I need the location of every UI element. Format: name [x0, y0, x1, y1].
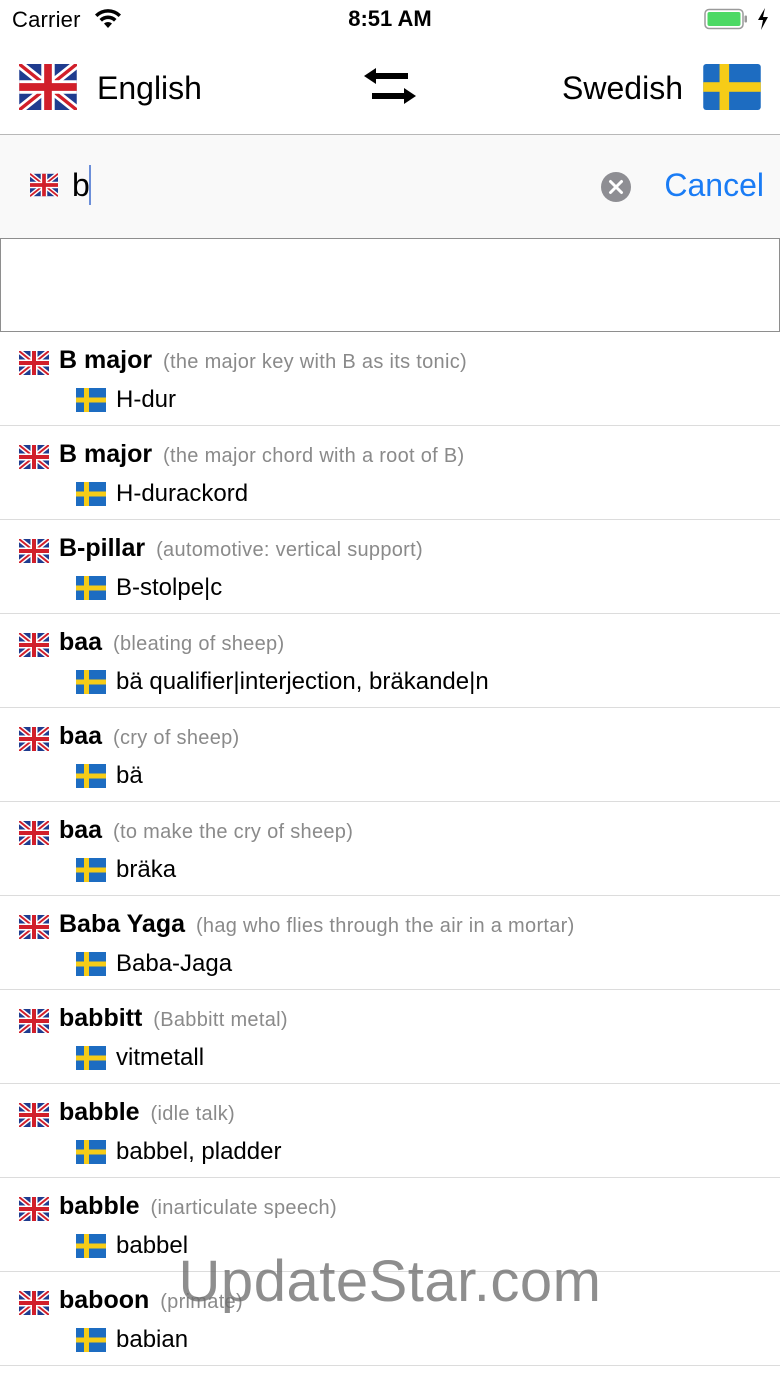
result-term-text: babble	[59, 1192, 140, 1220]
result-term-text: baboon	[59, 1286, 150, 1314]
empty-panel	[0, 238, 780, 332]
uk-flag-icon	[17, 537, 51, 565]
result-row[interactable]: baboon (primate) babian	[0, 1272, 780, 1366]
uk-flag-icon	[17, 819, 51, 847]
cancel-button[interactable]: Cancel	[664, 165, 764, 205]
swap-arrows-icon[interactable]	[360, 66, 420, 108]
uk-flag-icon	[17, 1289, 51, 1317]
result-term: Baba Yaga (hag who flies through the air…	[59, 910, 575, 939]
result-term-text: baa	[59, 628, 103, 656]
result-row[interactable]: B major (the major chord with a root of …	[0, 426, 780, 520]
uk-flag-icon	[30, 173, 58, 197]
result-translation: bräka	[116, 856, 177, 883]
result-row[interactable]: baa (cry of sheep) bä	[0, 708, 780, 802]
result-term-text: B major	[59, 346, 153, 374]
result-translation: babbel, pladder	[116, 1138, 282, 1165]
result-term-text: babbitt	[59, 1004, 143, 1032]
result-gloss: (hag who flies through the air in a mort…	[195, 915, 575, 937]
result-translation: Baba-Jaga	[116, 950, 233, 977]
result-translation: vitmetall	[116, 1044, 205, 1071]
result-gloss: (primate)	[160, 1291, 243, 1313]
result-translation: B-stolpe|c	[116, 574, 223, 601]
result-translation: H-durackord	[116, 480, 249, 507]
result-term: baa (to make the cry of sheep)	[59, 816, 353, 845]
uk-flag-icon	[17, 349, 51, 377]
sweden-flag-icon	[76, 952, 106, 976]
sweden-flag-icon	[76, 1234, 106, 1258]
uk-flag-icon	[17, 725, 51, 753]
result-gloss: (the major chord with a root of B)	[163, 445, 465, 467]
uk-flag-icon	[17, 1101, 51, 1129]
result-gloss: (inarticulate speech)	[150, 1197, 337, 1219]
result-term-text: Baba Yaga	[59, 910, 186, 938]
result-term: babble (inarticulate speech)	[59, 1192, 337, 1221]
result-translation: H-dur	[116, 386, 177, 413]
clear-search-icon[interactable]	[600, 171, 632, 203]
sweden-flag-icon	[76, 1140, 106, 1164]
charging-bolt-icon	[758, 8, 768, 30]
result-row[interactable]: Baba Yaga (hag who flies through the air…	[0, 896, 780, 990]
result-term-text: babble	[59, 1098, 140, 1126]
uk-flag-icon	[17, 913, 51, 941]
result-gloss: (Babbitt metal)	[153, 1009, 288, 1031]
sweden-flag-icon	[76, 670, 106, 694]
target-language-label[interactable]: Swedish	[562, 70, 683, 106]
result-translation: babbel	[116, 1232, 189, 1259]
result-translation: babian	[116, 1326, 189, 1353]
result-term-text: baa	[59, 816, 103, 844]
result-term: baa (cry of sheep)	[59, 722, 240, 751]
result-gloss: (bleating of sheep)	[113, 633, 285, 655]
sweden-flag-icon	[76, 858, 106, 882]
result-gloss: (cry of sheep)	[113, 727, 240, 749]
search-bar: Cancel	[0, 135, 780, 238]
sweden-flag-icon	[76, 576, 106, 600]
result-row[interactable]: B major (the major key with B as its ton…	[0, 332, 780, 426]
status-bar: Carrier 8:51 AM	[0, 0, 780, 40]
result-row[interactable]: B-pillar (automotive: vertical support) B…	[0, 520, 780, 614]
result-gloss: (automotive: vertical support)	[156, 539, 423, 561]
result-term: babbitt (Babbitt metal)	[59, 1004, 288, 1033]
sweden-flag-icon	[76, 1328, 106, 1352]
uk-flag-icon	[17, 631, 51, 659]
result-term: B major (the major chord with a root of …	[59, 440, 464, 469]
text-caret	[89, 165, 91, 205]
result-row[interactable]: baa (to make the cry of sheep) bräka	[0, 802, 780, 896]
sweden-flag-icon[interactable]	[703, 64, 761, 110]
result-translation: bä qualifier|interjection, bräkande|n	[116, 668, 489, 695]
source-language-label[interactable]: English	[97, 70, 202, 106]
result-term-text: B-pillar	[59, 534, 146, 562]
result-row[interactable]: babble (inarticulate speech) babbel	[0, 1178, 780, 1272]
battery-icon	[704, 8, 747, 30]
sweden-flag-icon	[76, 764, 106, 788]
results-list: B major (the major key with B as its ton…	[0, 332, 780, 1366]
search-input[interactable]	[72, 163, 572, 207]
result-term: babble (idle talk)	[59, 1098, 235, 1127]
result-row[interactable]: babble (idle talk) babbel, pladder	[0, 1084, 780, 1178]
result-term: baa (bleating of sheep)	[59, 628, 284, 657]
result-term-text: B major	[59, 440, 153, 468]
uk-flag-icon[interactable]	[19, 64, 77, 110]
result-gloss: (the major key with B as its tonic)	[163, 351, 467, 373]
result-gloss: (to make the cry of sheep)	[113, 821, 354, 843]
result-translation: bä	[116, 762, 143, 789]
sweden-flag-icon	[76, 482, 106, 506]
sweden-flag-icon	[76, 1046, 106, 1070]
result-term: baboon (primate)	[59, 1286, 243, 1315]
language-selector-bar: English Swedish	[0, 40, 780, 135]
result-term-text: baa	[59, 722, 103, 750]
result-row[interactable]: baa (bleating of sheep) bä qualifier|inte…	[0, 614, 780, 708]
uk-flag-icon	[17, 443, 51, 471]
result-term: B-pillar (automotive: vertical support)	[59, 534, 423, 563]
clock: 8:51 AM	[348, 6, 432, 31]
result-gloss: (idle talk)	[150, 1103, 235, 1125]
uk-flag-icon	[17, 1007, 51, 1035]
sweden-flag-icon	[76, 388, 106, 412]
result-term: B major (the major key with B as its ton…	[59, 346, 467, 375]
uk-flag-icon	[17, 1195, 51, 1223]
result-row[interactable]: babbitt (Babbitt metal) vitmetall	[0, 990, 780, 1084]
